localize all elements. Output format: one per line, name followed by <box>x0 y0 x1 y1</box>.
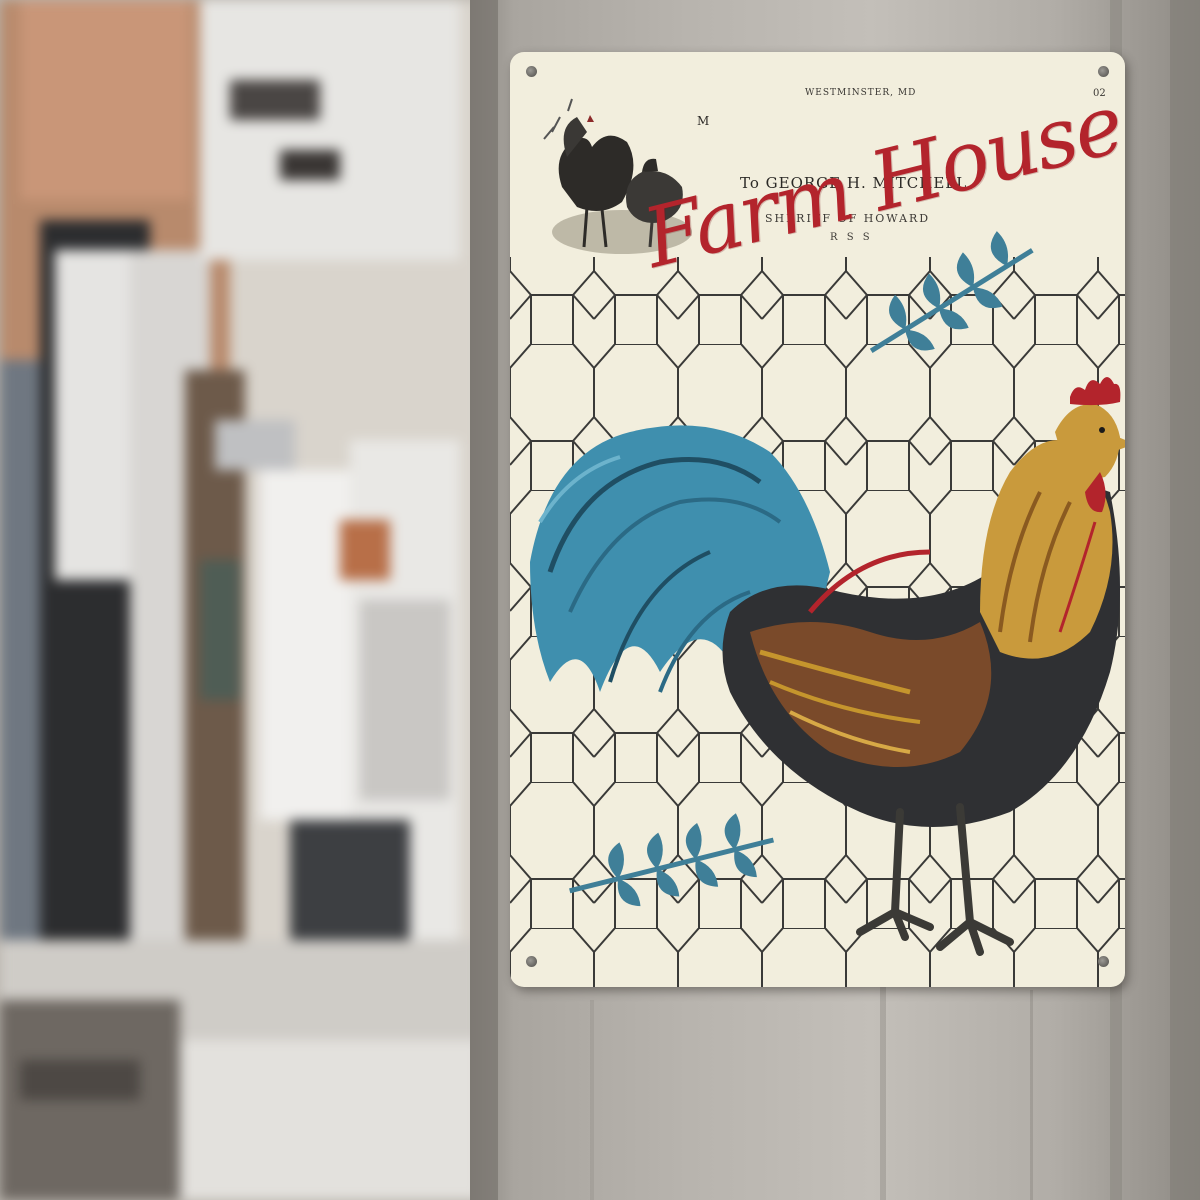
farmhouse-tin-sign: WESTMINSTER, MD M 02 To GEORGE H. MITCHE… <box>510 52 1125 987</box>
product-photo: WESTMINSTER, MD M 02 To GEORGE H. MITCHE… <box>0 0 1200 1200</box>
letter-mark: M <box>697 114 710 128</box>
mounting-hole <box>526 66 537 77</box>
blurred-corridor-background <box>0 0 480 1200</box>
mounting-hole <box>526 956 537 967</box>
mounting-hole <box>1098 66 1109 77</box>
mounting-hole <box>1098 956 1109 967</box>
letterhead-text: WESTMINSTER, MD <box>805 88 917 98</box>
